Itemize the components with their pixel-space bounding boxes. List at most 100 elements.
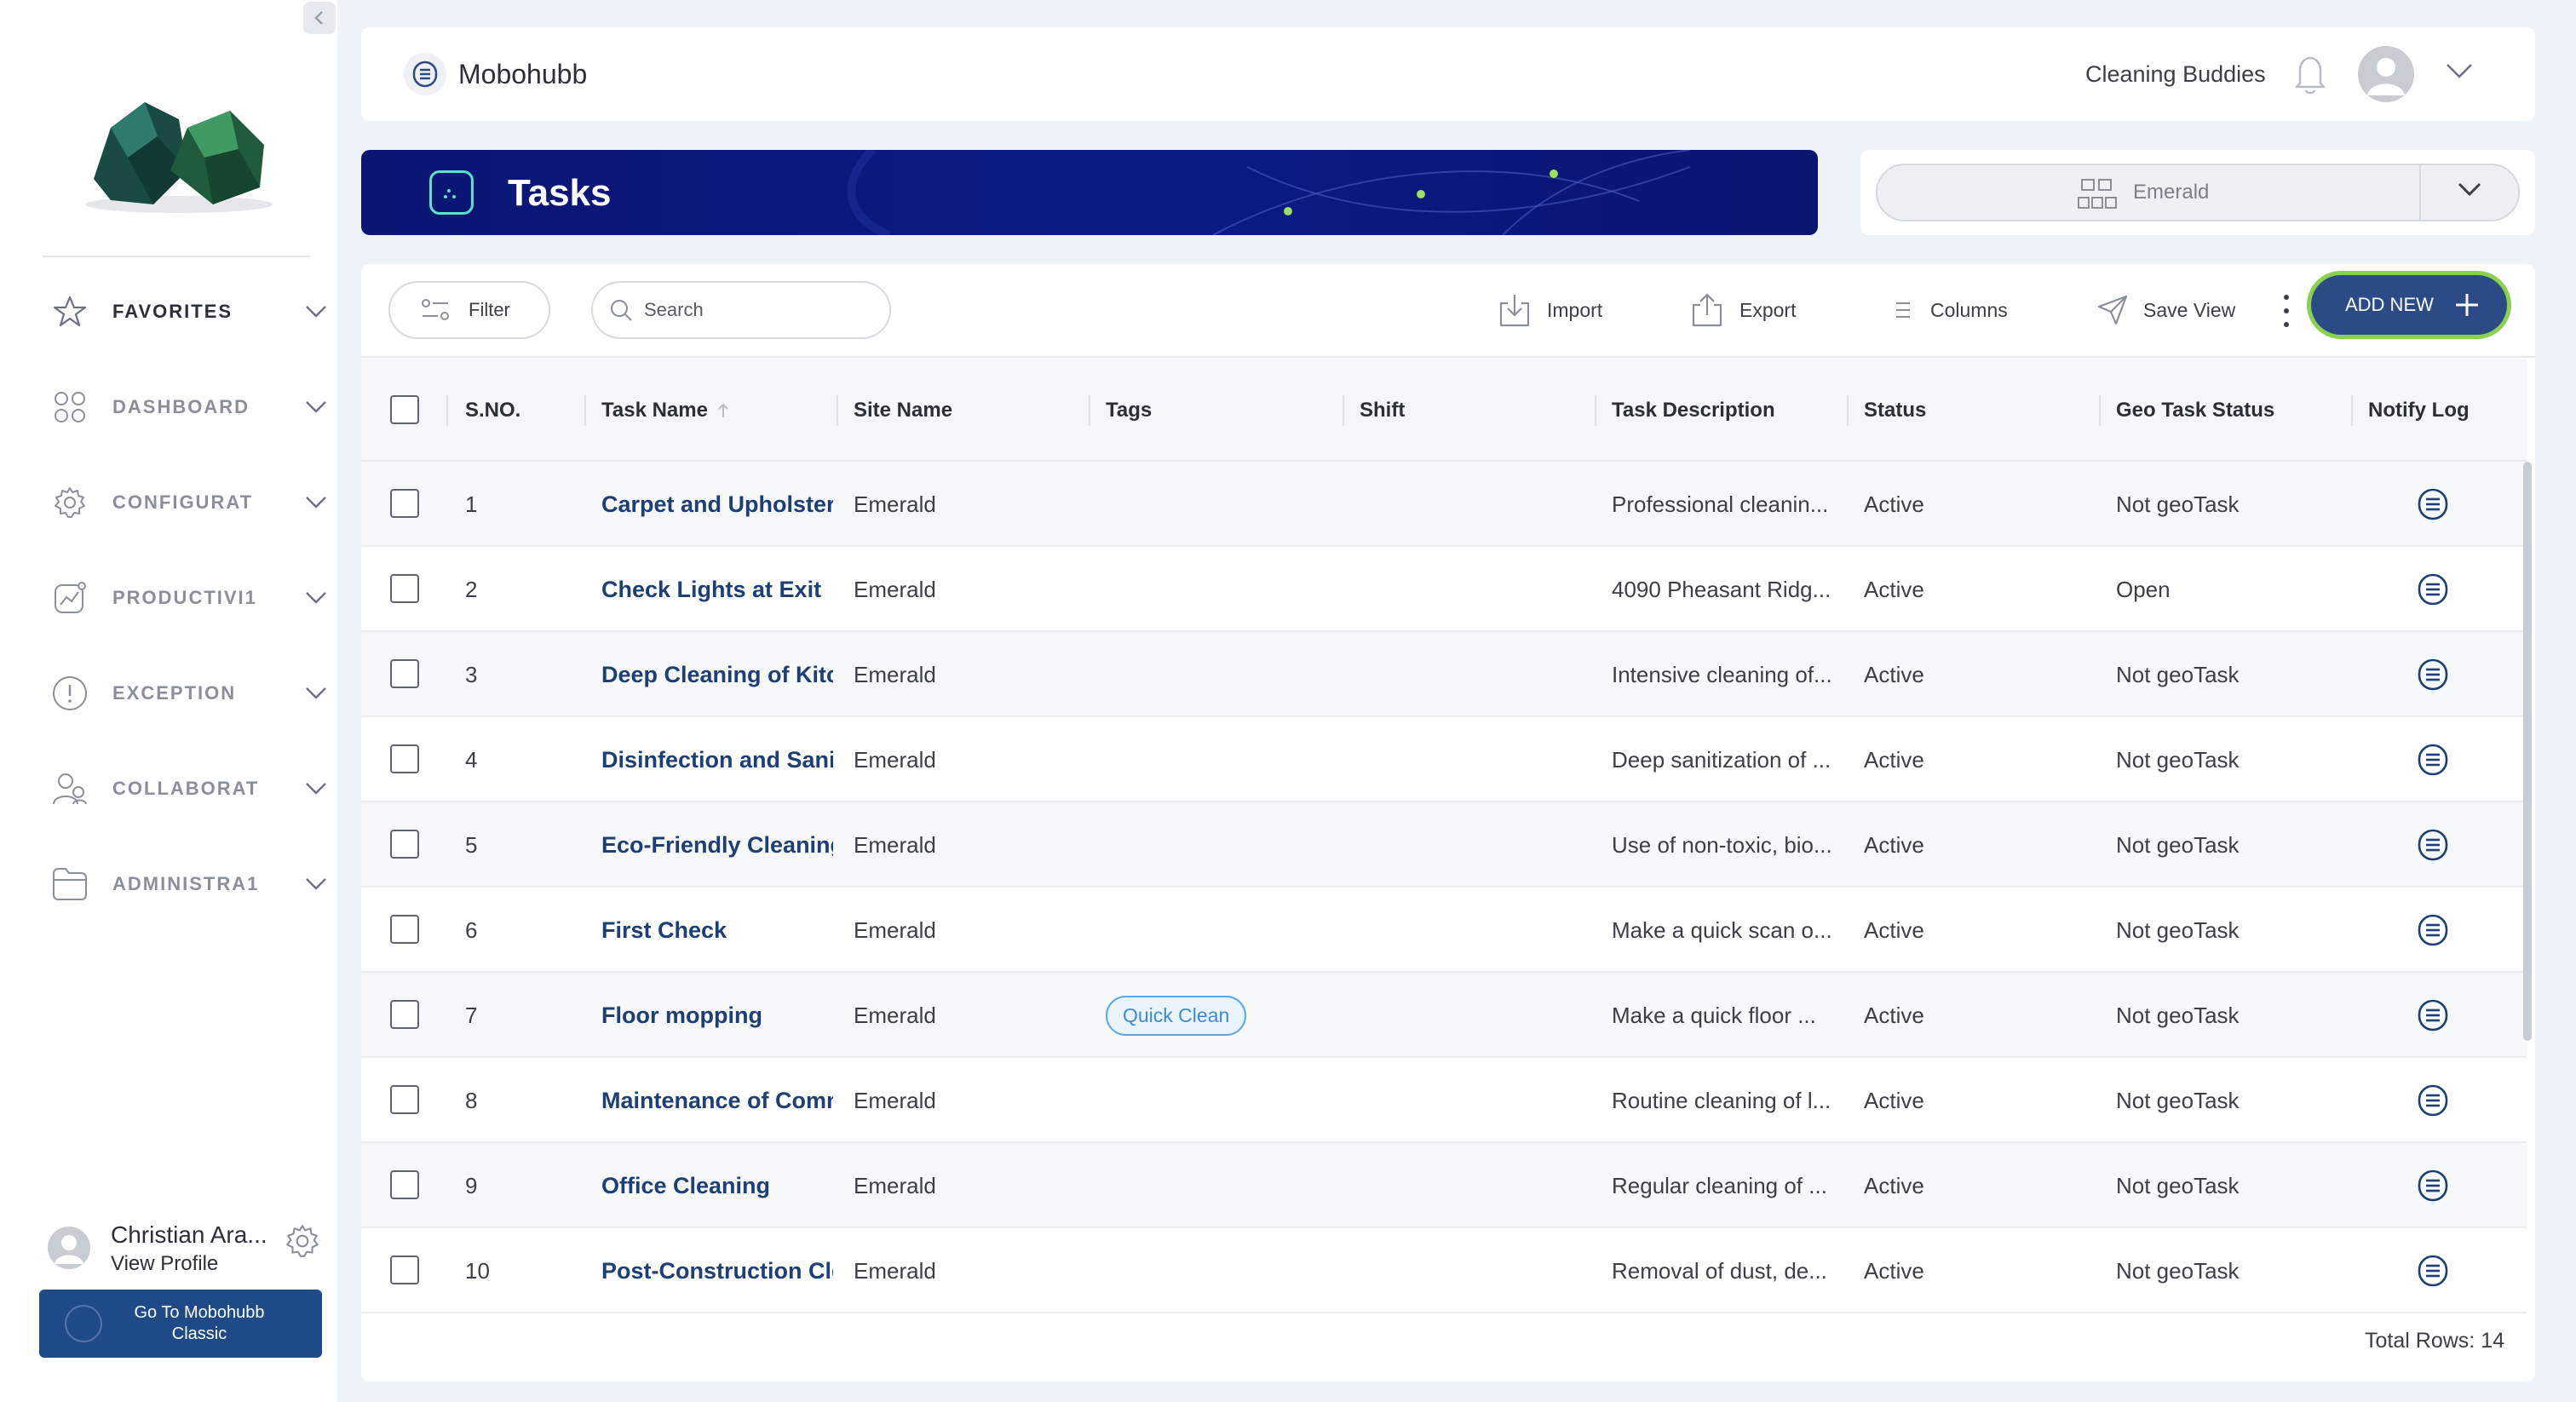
- cell-task-description: Intensive cleaning of...: [1612, 661, 1832, 687]
- brand[interactable]: Mobohubb: [404, 53, 587, 95]
- columns-button[interactable]: Columns: [1886, 286, 2008, 334]
- cell-geo-task-status: Not geoTask: [2116, 746, 2240, 773]
- task-name-link[interactable]: First Check: [601, 888, 833, 973]
- table-row[interactable]: 9 Office Cleaning Emerald Regular cleani…: [361, 1143, 2527, 1228]
- task-name-link[interactable]: Post-Construction Cle: [601, 1228, 833, 1313]
- nav-item-configuration[interactable]: CONFIGURAT: [0, 455, 337, 550]
- table-row[interactable]: 3 Deep Cleaning of Kitch Emerald Intensi…: [361, 632, 2527, 717]
- add-new-button[interactable]: ADD NEW: [2307, 271, 2511, 339]
- row-checkbox[interactable]: [390, 915, 419, 944]
- view-profile-link[interactable]: View Profile: [111, 1252, 218, 1276]
- task-name-link[interactable]: Eco-Friendly Cleaning: [601, 802, 833, 888]
- task-name-link[interactable]: Carpet and Upholstery: [601, 462, 833, 547]
- alert-icon: [51, 675, 89, 712]
- site-select-dropdown[interactable]: Emerald: [1876, 164, 2520, 221]
- column-separator: [446, 395, 448, 426]
- row-checkbox[interactable]: [390, 1255, 419, 1284]
- column-header-shift[interactable]: Shift: [1360, 359, 1405, 462]
- settings-gear-icon[interactable]: [285, 1223, 320, 1259]
- table-row[interactable]: 8 Maintenance of Comm Emerald Routine cl…: [361, 1058, 2527, 1143]
- table-row[interactable]: 6 First Check Emerald Make a quick scan …: [361, 888, 2527, 973]
- nav-item-administration[interactable]: ADMINISTRA1: [0, 836, 337, 932]
- sidebar: FAVORITES DASHBOARD CONFIGURAT PRODUCTIV…: [0, 0, 337, 1402]
- notify-log-icon[interactable]: [2416, 828, 2450, 862]
- nav-item-productivity[interactable]: PRODUCTIVI1: [0, 550, 337, 646]
- chevron-down-icon: [306, 878, 326, 890]
- organization-name[interactable]: Cleaning Buddies: [2085, 61, 2266, 88]
- table-row[interactable]: 7 Floor mopping Emerald Quick Clean Make…: [361, 973, 2527, 1058]
- export-button[interactable]: Export: [1688, 286, 1796, 334]
- row-checkbox[interactable]: [390, 574, 419, 603]
- avatar[interactable]: [48, 1227, 90, 1269]
- column-header-geo-task-status[interactable]: Geo Task Status: [2116, 359, 2274, 462]
- select-all-checkbox[interactable]: [390, 395, 419, 424]
- save-view-label: Save View: [2143, 298, 2236, 321]
- notify-log-icon[interactable]: [2416, 1169, 2450, 1203]
- task-name-link[interactable]: Floor mopping: [601, 973, 833, 1058]
- cell-sno: 8: [465, 1087, 478, 1113]
- column-header-site-name[interactable]: Site Name: [854, 359, 952, 462]
- row-checkbox[interactable]: [390, 489, 419, 518]
- table-row[interactable]: 1 Carpet and Upholstery Emerald Professi…: [361, 462, 2527, 547]
- table-row[interactable]: 2 Check Lights at Exit Emerald 4090 Phea…: [361, 547, 2527, 632]
- notify-log-icon[interactable]: [2416, 572, 2450, 606]
- search-input[interactable]: [644, 299, 883, 321]
- collapse-sidebar-button[interactable]: [303, 2, 336, 34]
- cell-status: Active: [1864, 916, 1924, 943]
- row-checkbox[interactable]: [390, 830, 419, 859]
- more-options-icon[interactable]: [2278, 290, 2295, 332]
- add-new-button-inner: ADD NEW: [2311, 275, 2507, 335]
- task-name-link[interactable]: Check Lights at Exit: [601, 547, 833, 632]
- notify-log-icon[interactable]: [2416, 998, 2450, 1032]
- row-checkbox[interactable]: [390, 1000, 419, 1029]
- row-checkbox[interactable]: [390, 659, 419, 688]
- column-header-task-name[interactable]: Task Name: [601, 359, 730, 462]
- export-icon: [1692, 293, 1722, 327]
- column-header-notify-log[interactable]: Notify Log: [2368, 359, 2470, 462]
- cell-status: Active: [1864, 746, 1924, 773]
- column-header-task-description[interactable]: Task Description: [1612, 359, 1775, 462]
- nav-item-favorites[interactable]: FAVORITES: [0, 264, 337, 359]
- chevron-down-icon: [306, 592, 326, 604]
- column-separator: [1343, 395, 1344, 426]
- filter-button[interactable]: Filter: [388, 281, 550, 339]
- notify-log-icon[interactable]: [2416, 913, 2450, 947]
- vertical-scrollbar[interactable]: [2523, 462, 2532, 1041]
- column-header-tags[interactable]: Tags: [1106, 359, 1152, 462]
- cell-geo-task-status: Not geoTask: [2116, 916, 2240, 943]
- nav-item-exception[interactable]: EXCEPTION: [0, 646, 337, 741]
- task-name-link[interactable]: Deep Cleaning of Kitch: [601, 632, 833, 717]
- row-checkbox[interactable]: [390, 1085, 419, 1114]
- avatar[interactable]: [2358, 46, 2414, 102]
- nav-label: DASHBOARD: [112, 396, 250, 417]
- nav-item-dashboard[interactable]: DASHBOARD: [0, 359, 337, 455]
- dot: [2284, 322, 2289, 327]
- table-row[interactable]: 4 Disinfection and Sanit Emerald Deep sa…: [361, 717, 2527, 802]
- notify-log-icon[interactable]: [2416, 1254, 2450, 1288]
- column-header-status[interactable]: Status: [1864, 359, 1926, 462]
- chevron-down-icon[interactable]: [2445, 61, 2474, 80]
- notify-log-icon[interactable]: [2416, 743, 2450, 777]
- save-view-button[interactable]: Save View: [2096, 286, 2235, 334]
- task-name-link[interactable]: Disinfection and Sanit: [601, 717, 833, 802]
- table-row[interactable]: 5 Eco-Friendly Cleaning Emerald Use of n…: [361, 802, 2527, 888]
- row-checkbox[interactable]: [390, 1170, 419, 1199]
- chevron-down-icon[interactable]: [2457, 181, 2482, 198]
- nav-item-collaboration[interactable]: COLLABORAT: [0, 741, 337, 836]
- sort-up-icon[interactable]: [716, 402, 730, 419]
- column-header-sno[interactable]: S.NO.: [465, 359, 520, 462]
- go-to-classic-button[interactable]: Go To Mobohubb Classic: [39, 1290, 322, 1358]
- row-checkbox[interactable]: [390, 744, 419, 773]
- cell-sno: 1: [465, 491, 478, 517]
- notify-log-icon[interactable]: [2416, 1083, 2450, 1118]
- bell-icon[interactable]: [2293, 53, 2327, 95]
- notify-log-icon[interactable]: [2416, 658, 2450, 692]
- task-name-link[interactable]: Maintenance of Comm: [601, 1058, 833, 1143]
- import-button[interactable]: Import: [1496, 286, 1602, 334]
- nav-label: CONFIGURAT: [112, 491, 254, 513]
- table-row[interactable]: 10 Post-Construction Cle Emerald Removal…: [361, 1228, 2527, 1313]
- task-name-link[interactable]: Office Cleaning: [601, 1143, 833, 1228]
- search-box[interactable]: [591, 281, 891, 339]
- tag-chip[interactable]: Quick Clean: [1106, 995, 1247, 1036]
- notify-log-icon[interactable]: [2416, 487, 2450, 521]
